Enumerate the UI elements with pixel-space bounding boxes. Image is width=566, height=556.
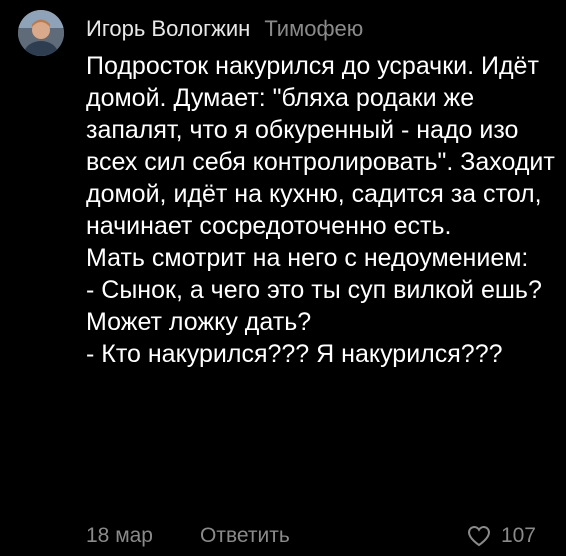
reply-to-name[interactable]: Тимофею xyxy=(264,16,363,41)
reply-button[interactable]: Ответить xyxy=(200,520,290,552)
comment-paragraph: Мать смотрит на него с недоумением: xyxy=(86,244,529,272)
comment: Игорь Вологжин Тимофею Подросток накурилс… xyxy=(0,0,566,556)
likes-count: 107 xyxy=(500,524,536,547)
comment-date: 18 мар xyxy=(86,524,153,547)
comment-footer: 18 мар Ответить 107 xyxy=(86,520,536,552)
comment-paragraph: - Кто накурился??? Я накурился??? xyxy=(86,340,503,368)
comment-body: Подросток накурился до усрачки. Идёт дом… xyxy=(86,50,556,370)
heart-outline-icon xyxy=(467,525,490,547)
avatar[interactable] xyxy=(18,10,64,56)
like-button[interactable]: 107 xyxy=(467,520,536,552)
comment-paragraph: - Сынок, а чего это ты суп вилкой ешь? М… xyxy=(86,276,542,336)
comment-paragraph: Подросток накурился до усрачки. Идёт дом… xyxy=(86,52,555,240)
author-name[interactable]: Игорь Вологжин xyxy=(86,16,250,41)
comment-header: Игорь Вологжин Тимофею xyxy=(86,14,363,44)
